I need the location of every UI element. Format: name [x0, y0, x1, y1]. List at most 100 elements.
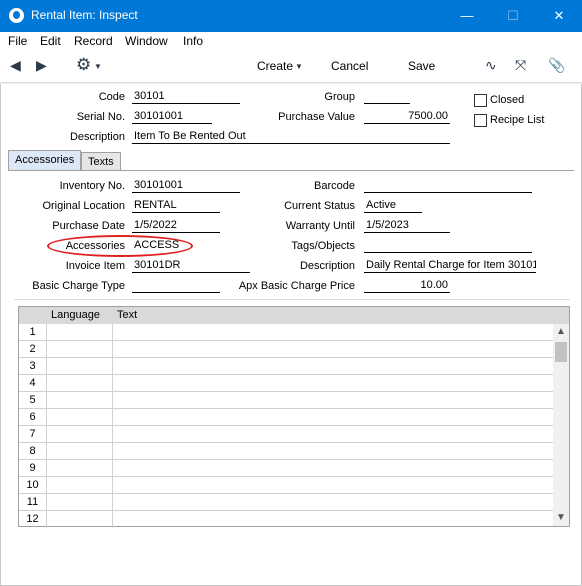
row-number: 1 [19, 324, 47, 341]
menu-edit[interactable]: Edit [40, 34, 61, 48]
expand-icon[interactable]: ⤧ [515, 57, 526, 74]
window-title: Rental Item: Inspect [31, 8, 138, 22]
row-number: 8 [19, 443, 47, 460]
attachment-icon[interactable]: 📎 [548, 57, 565, 74]
table-row[interactable]: 3 [19, 358, 555, 375]
row-number: 3 [19, 358, 47, 375]
grid-header: Language Text [19, 307, 569, 324]
serial-no-label: Serial No. [76, 111, 125, 123]
tags-objects-label: Tags/Objects [291, 240, 355, 252]
language-cell[interactable] [47, 358, 113, 375]
tab-accessories[interactable]: Accessories [8, 150, 82, 170]
texts-grid: Language Text 1 2 3 4 5 6 7 8 9 10 11 12… [18, 306, 570, 528]
table-row[interactable]: 11 [19, 494, 555, 511]
code-field[interactable]: 30101 [132, 90, 240, 104]
description-field[interactable]: Item To Be Rented Out [132, 130, 450, 144]
language-cell[interactable] [47, 426, 113, 443]
basic-charge-type-field[interactable] [132, 279, 220, 293]
language-cell[interactable] [47, 324, 113, 341]
chevron-down-icon[interactable]: ▼ [94, 62, 102, 71]
column-header-text[interactable]: Text [117, 309, 137, 321]
scroll-up-icon[interactable]: ▲ [553, 326, 569, 337]
menu-window[interactable]: Window [125, 34, 168, 48]
code-label: Code [98, 91, 125, 103]
row-number: 2 [19, 341, 47, 358]
language-cell[interactable] [47, 494, 113, 511]
table-row[interactable]: 12 [19, 511, 555, 528]
group-label: Group [324, 91, 355, 103]
create-dropdown-icon[interactable]: ▼ [295, 62, 303, 71]
table-row[interactable]: 9 [19, 460, 555, 477]
language-cell[interactable] [47, 477, 113, 494]
tab-texts[interactable]: Texts [81, 152, 121, 170]
maximize-button[interactable]: ☐ [490, 0, 536, 32]
closed-checkbox[interactable] [474, 94, 487, 107]
language-cell[interactable] [47, 443, 113, 460]
purchase-date-label: Purchase Date [52, 220, 125, 232]
row-number: 7 [19, 426, 47, 443]
scrollbar-thumb[interactable] [555, 342, 567, 362]
barcode-label: Barcode [314, 180, 355, 192]
toolbar: ◀ ▶ ⚙ ▼ Create ▼ Cancel Save ∿ ⤧ 📎 [0, 51, 582, 83]
inventory-no-field[interactable]: 30101001 [132, 179, 240, 193]
previous-record-icon[interactable]: ◀ [10, 57, 21, 74]
row-number: 4 [19, 375, 47, 392]
closed-label: Closed [490, 94, 525, 106]
menu-info[interactable]: Info [183, 34, 203, 48]
table-row[interactable]: 1 [19, 324, 555, 341]
menu-record[interactable]: Record [74, 34, 113, 48]
invoice-description-field[interactable]: Daily Rental Charge for Item 30101 [364, 259, 536, 273]
language-cell[interactable] [47, 341, 113, 358]
serial-no-field[interactable]: 30101001 [132, 110, 212, 124]
menu-file[interactable]: File [8, 34, 27, 48]
close-button[interactable]: ✕ [536, 0, 582, 32]
barcode-field[interactable] [364, 179, 532, 193]
vertical-scrollbar[interactable]: ▲ ▼ [553, 324, 569, 526]
scroll-down-icon[interactable]: ▼ [553, 512, 569, 523]
current-status-label: Current Status [284, 200, 355, 212]
apx-basic-charge-price-field[interactable]: 10.00 [364, 279, 450, 293]
recipe-list-label: Recipe List [490, 114, 545, 126]
gear-icon[interactable]: ⚙ [76, 55, 91, 75]
next-record-icon[interactable]: ▶ [36, 57, 47, 74]
table-row[interactable]: 7 [19, 426, 555, 443]
save-button[interactable]: Save [408, 59, 435, 73]
tab-divider [8, 170, 574, 171]
row-number: 9 [19, 460, 47, 477]
language-cell[interactable] [47, 460, 113, 477]
highlight-oval [47, 235, 193, 257]
table-row[interactable]: 10 [19, 477, 555, 494]
language-cell[interactable] [47, 511, 113, 528]
column-header-language[interactable]: Language [51, 309, 100, 321]
purchase-value-field[interactable]: 7500.00 [364, 110, 450, 124]
row-number: 10 [19, 477, 47, 494]
table-row[interactable]: 6 [19, 409, 555, 426]
table-row[interactable]: 4 [19, 375, 555, 392]
language-cell[interactable] [47, 392, 113, 409]
menu-bar: File Edit Record Window Info [0, 32, 582, 51]
apx-basic-charge-price-label: Apx Basic Charge Price [238, 280, 355, 292]
row-number: 6 [19, 409, 47, 426]
language-cell[interactable] [47, 375, 113, 392]
activity-pulse-icon[interactable]: ∿ [485, 57, 497, 74]
purchase-date-field[interactable]: 1/5/2022 [132, 219, 220, 233]
row-number: 12 [19, 511, 47, 528]
invoice-item-field[interactable]: 30101DR [132, 259, 250, 273]
group-field[interactable] [364, 90, 410, 104]
table-row[interactable]: 5 [19, 392, 555, 409]
invoice-description-label: Description [299, 260, 355, 272]
table-row[interactable]: 2 [19, 341, 555, 358]
minimize-button[interactable]: — [444, 0, 490, 32]
invoice-item-label: Invoice Item [65, 260, 125, 272]
purchase-value-label: Purchase Value [278, 111, 355, 123]
table-row[interactable]: 8 [19, 443, 555, 460]
language-cell[interactable] [47, 409, 113, 426]
original-location-field[interactable]: RENTAL [132, 199, 220, 213]
inventory-no-label: Inventory No. [59, 180, 125, 192]
current-status-field[interactable]: Active [364, 199, 422, 213]
tags-objects-field[interactable] [364, 239, 532, 253]
warranty-until-field[interactable]: 1/5/2023 [364, 219, 450, 233]
create-button[interactable]: Create [257, 59, 293, 73]
recipe-list-checkbox[interactable] [474, 114, 487, 127]
cancel-button[interactable]: Cancel [331, 59, 368, 73]
